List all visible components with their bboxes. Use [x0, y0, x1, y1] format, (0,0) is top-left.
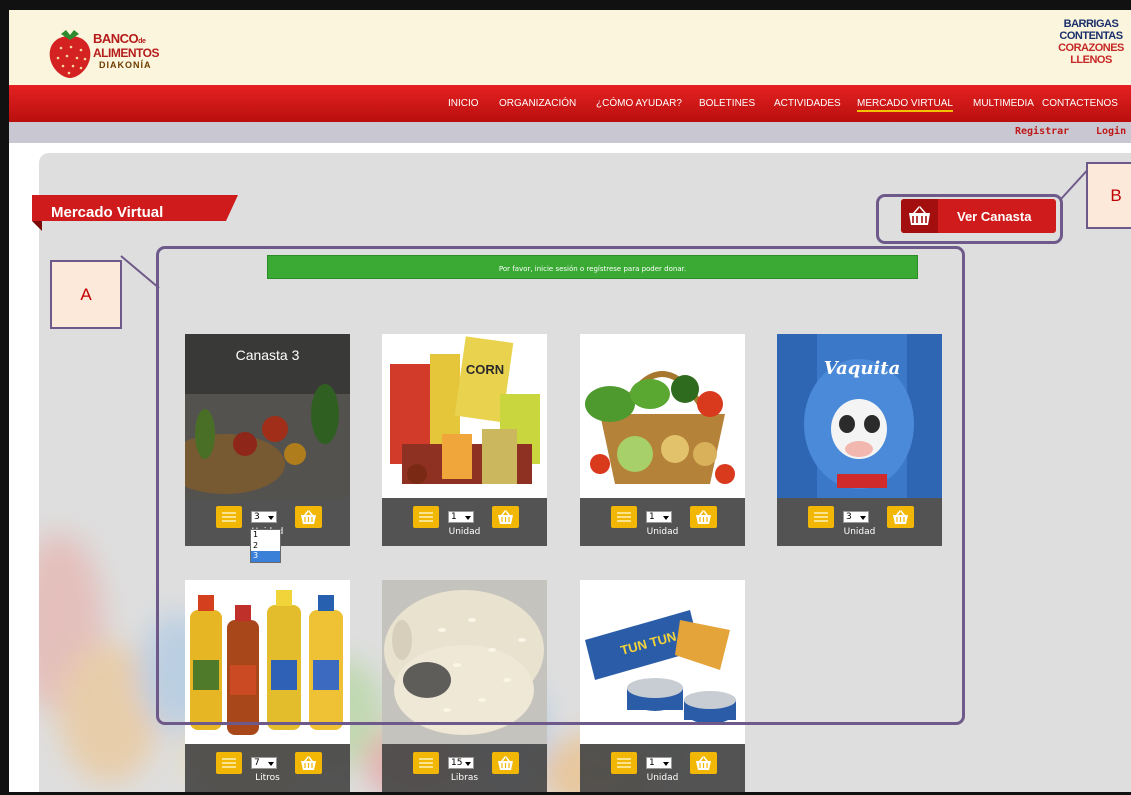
basket-icon: [696, 756, 711, 770]
unit-label: Libras: [450, 773, 479, 783]
page-title: Mercado Virtual: [51, 204, 164, 221]
unit-label: Litros: [255, 773, 280, 783]
banco-alimentos-logo[interactable]: BANCOde ALIMENTOS DIAKONÍA: [43, 18, 183, 80]
browser-screenshot: BANCOde ALIMENTOS DIAKONÍA BARRIGAS CONT…: [0, 0, 1131, 795]
strawberry-icon: [49, 30, 91, 78]
nav-item-mercado-virtual[interactable]: MERCADO VIRTUAL: [857, 98, 953, 112]
details-button[interactable]: [413, 752, 439, 774]
barrigas-contentas-logo: BARRIGAS CONTENTAS CORAZONES LLENOS: [1051, 18, 1131, 76]
annotation-region-b: [876, 194, 1063, 244]
nav-item-contactenos[interactable]: CONTACTENOS: [1042, 98, 1118, 109]
nav-item-como-ayudar[interactable]: ¿CÓMO AYUDAR?: [596, 98, 682, 109]
brand-line3: CORAZONES: [1058, 42, 1124, 54]
logo-line1-suffix: de: [138, 38, 146, 45]
add-to-cart-button[interactable]: [295, 752, 322, 774]
add-to-cart-button[interactable]: [492, 752, 519, 774]
brand-line2: CONTENTAS: [1059, 30, 1123, 42]
main-navigation: INICIO ORGANIZACIÓN ¿CÓMO AYUDAR? BOLETI…: [9, 85, 1131, 122]
logo-text: BANCOde ALIMENTOS DIAKONÍA: [93, 31, 159, 70]
annotation-label-b: B: [1086, 162, 1131, 229]
register-link[interactable]: Registrar: [1015, 126, 1069, 137]
logo-line2: ALIMENTOS: [93, 46, 159, 60]
details-button[interactable]: [611, 752, 637, 774]
details-button[interactable]: [216, 752, 242, 774]
nav-item-organizacion[interactable]: ORGANIZACIÓN: [499, 98, 576, 109]
logo-line1: BANCO: [93, 31, 139, 46]
login-link[interactable]: Login: [1096, 126, 1126, 137]
quantity-select[interactable]: 7: [251, 757, 277, 769]
quantity-value: 7: [254, 758, 260, 768]
quantity-select[interactable]: 15: [448, 757, 474, 769]
product-controls: 15 Libras: [382, 744, 547, 792]
nav-item-inicio[interactable]: INICIO: [448, 98, 479, 109]
logo-line3: DIAKONÍA: [99, 60, 152, 70]
user-bar: Registrar Login: [9, 122, 1131, 143]
brand-line1: BARRIGAS: [1063, 18, 1119, 30]
basket-icon: [301, 756, 316, 770]
unit-label: Unidad: [646, 773, 679, 783]
annotation-label-a: A: [50, 260, 122, 329]
add-to-cart-button[interactable]: [690, 752, 717, 774]
quantity-select[interactable]: 1: [646, 757, 672, 769]
quantity-value: 1: [649, 758, 655, 768]
annotation-region-a: [156, 246, 965, 725]
product-controls: 7 Litros: [185, 744, 350, 792]
product-controls: 1 Unidad: [580, 744, 745, 792]
quantity-value: 15: [451, 758, 463, 768]
nav-item-actividades[interactable]: ACTIVIDADES: [774, 98, 841, 109]
nav-item-multimedia[interactable]: MULTIMEDIA: [973, 98, 1034, 109]
brand-line4: LLENOS: [1070, 54, 1112, 66]
site-header: BANCOde ALIMENTOS DIAKONÍA BARRIGAS CONT…: [9, 10, 1131, 85]
basket-icon: [498, 756, 513, 770]
main-content: Mercado Virtual Ver Canasta Por favor, i…: [9, 143, 1131, 792]
annotation-connector-a: [120, 255, 160, 289]
nav-item-boletines[interactable]: BOLETINES: [699, 98, 755, 109]
